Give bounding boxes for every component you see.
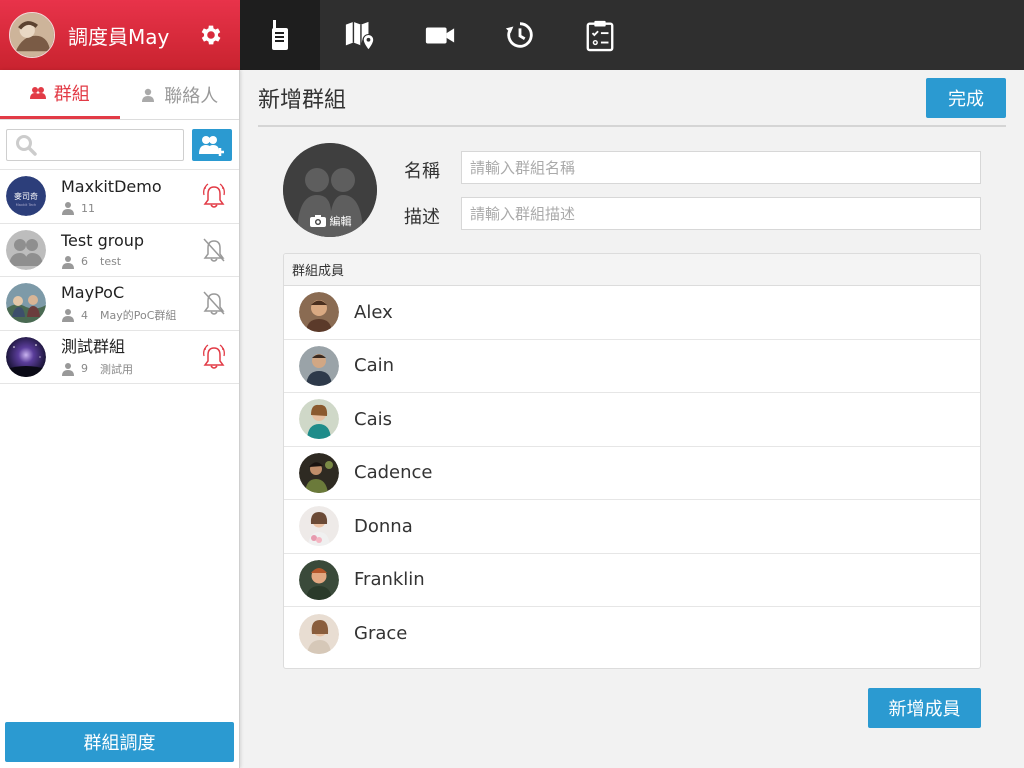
member-row[interactable]: Donna <box>284 500 980 554</box>
video-camera-icon <box>425 27 455 44</box>
main-panel: 新增群組 完成 編輯 名稱 描述 群組成員 Alex Cain Cais Cad… <box>241 70 1024 768</box>
group-dispatch-button[interactable]: 群組調度 <box>5 722 234 762</box>
bell-muted-icon[interactable] <box>201 289 227 317</box>
tab-contacts[interactable]: 聯絡人 <box>120 70 240 119</box>
group-name: Test group <box>61 230 145 250</box>
group-avatar <box>6 229 46 270</box>
tab-groups-label: 群組 <box>53 84 90 105</box>
member-count: 4 <box>81 308 88 322</box>
add-group-button[interactable] <box>192 129 232 161</box>
tab-groups[interactable]: 群組 <box>0 70 120 119</box>
group-item[interactable]: Test group 6 test <box>0 224 239 277</box>
member-avatar <box>299 452 339 493</box>
member-name: Grace <box>354 623 408 645</box>
group-name: 測試群組 <box>61 336 126 356</box>
person-icon <box>62 309 74 323</box>
search-row <box>0 120 239 170</box>
member-count: 11 <box>81 201 95 215</box>
search-box <box>6 129 184 161</box>
group-desc: test <box>100 255 122 269</box>
add-member-button[interactable]: 新增成員 <box>868 688 981 728</box>
desc-label: 描述 <box>404 207 440 228</box>
photo-edit-label: 編輯 <box>329 215 352 228</box>
group-photo-picker[interactable]: 編輯 <box>283 143 377 237</box>
top-navigation <box>240 0 1024 70</box>
nav-video[interactable] <box>400 0 480 70</box>
photo-edit-overlay: 編輯 <box>283 213 377 229</box>
member-row[interactable]: Grace <box>284 607 980 661</box>
group-name: MaxkitDemo <box>61 177 162 197</box>
members-card: 群組成員 Alex Cain Cais Cadence Donna Frankl… <box>283 253 981 669</box>
profile-name: 調度員May <box>68 24 170 49</box>
search-icon <box>16 135 37 156</box>
sidebar: 群組 聯絡人 麥司奇 Maxkit Tech MaxkitDemo 11 Tes… <box>0 70 240 768</box>
group-name: MayPoC <box>61 283 125 303</box>
nav-walkie-talkie[interactable] <box>240 0 320 70</box>
member-name: Donna <box>354 515 413 537</box>
member-count: 6 <box>81 255 88 269</box>
page-title: 新增群組 <box>258 87 347 113</box>
clipboard-icon <box>586 20 614 52</box>
group-desc: May的PoC群組 <box>100 309 177 323</box>
nav-map[interactable] <box>320 0 400 70</box>
member-row[interactable]: Alex <box>284 286 980 340</box>
alarm-bell-icon[interactable] <box>201 343 227 371</box>
search-input[interactable] <box>41 131 183 159</box>
member-name: Franklin <box>354 569 425 591</box>
gear-icon[interactable] <box>198 22 224 48</box>
member-avatar <box>299 506 339 547</box>
sidebar-tabs: 群組 聯絡人 <box>0 70 239 120</box>
main-header: 新增群組 完成 <box>258 70 1006 127</box>
member-avatar <box>299 559 339 600</box>
group-avatar: 麥司奇 Maxkit Tech <box>6 176 46 217</box>
member-name: Cadence <box>354 462 433 484</box>
group-avatar <box>6 336 46 377</box>
member-row[interactable]: Franklin <box>284 554 980 607</box>
member-avatar <box>299 613 339 654</box>
map-pin-icon <box>345 21 374 50</box>
group-desc: 測試用 <box>100 362 133 376</box>
bell-muted-icon[interactable] <box>201 236 227 264</box>
svg-text:麥司奇: 麥司奇 <box>14 191 38 201</box>
group-item[interactable]: 麥司奇 Maxkit Tech MaxkitDemo 11 <box>0 170 239 224</box>
profile-bar: 調度員May <box>0 0 240 70</box>
member-count: 9 <box>81 362 88 376</box>
group-item[interactable]: 測試群組 9 測試用 <box>0 331 239 384</box>
group-name-input[interactable] <box>461 151 981 184</box>
member-row[interactable]: Cadence <box>284 447 980 500</box>
camera-icon <box>309 215 326 227</box>
person-icon <box>62 202 74 216</box>
radio-icon <box>272 20 288 50</box>
svg-text:Maxkit Tech: Maxkit Tech <box>16 203 37 207</box>
group-item[interactable]: MayPoC 4 May的PoC群組 <box>0 277 239 331</box>
history-icon <box>505 22 533 48</box>
nav-tasks[interactable] <box>560 0 640 70</box>
member-name: Cain <box>354 355 395 377</box>
person-icon <box>142 88 155 102</box>
person-icon <box>62 255 74 269</box>
member-name: Cais <box>354 408 392 430</box>
member-name: Alex <box>354 301 393 323</box>
name-label: 名稱 <box>404 161 440 182</box>
member-avatar <box>299 399 339 440</box>
group-avatar <box>6 283 46 324</box>
members-header: 群組成員 <box>284 254 980 286</box>
member-row[interactable]: Cais <box>284 393 980 447</box>
group-list: 麥司奇 Maxkit Tech MaxkitDemo 11 Test group <box>0 170 239 384</box>
nav-history[interactable] <box>480 0 560 70</box>
done-button[interactable]: 完成 <box>926 77 1006 118</box>
member-avatar <box>299 345 339 386</box>
member-row[interactable]: Cain <box>284 340 980 393</box>
person-icon <box>62 362 74 376</box>
add-group-icon <box>199 136 224 156</box>
member-avatar <box>299 292 339 333</box>
alarm-bell-icon[interactable] <box>201 182 227 210</box>
group-icon <box>29 87 46 99</box>
user-avatar[interactable] <box>9 12 55 58</box>
group-desc-input[interactable] <box>461 197 981 230</box>
tab-contacts-label: 聯絡人 <box>164 85 219 107</box>
